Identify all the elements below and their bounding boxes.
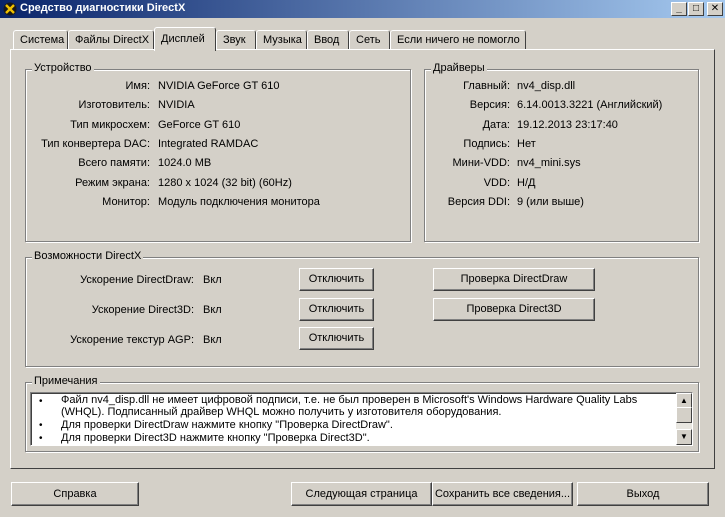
tab-more-help[interactable]: Если ничего не помогло — [390, 30, 526, 49]
save-all-info-button[interactable]: Сохранить все сведения... — [432, 482, 573, 506]
driver-version-value: 6.14.0013.3221 (Английский) — [517, 99, 663, 111]
maximize-button[interactable]: □ — [688, 2, 704, 16]
note-bullet: • — [39, 433, 43, 444]
tab-music[interactable]: Музыка — [256, 30, 307, 49]
driver-signature-value: Нет — [517, 138, 536, 150]
driver-vdd-value: Н/Д — [517, 177, 536, 189]
drivers-group-title: Драйверы — [431, 62, 487, 74]
directdraw-accel-value: Вкл — [203, 274, 222, 286]
device-monitor-value: Модуль подключения монитора — [158, 196, 320, 208]
direct3d-accel-label: Ускорение Direct3D: — [91, 304, 194, 316]
driver-ddi-version-value: 9 (или выше) — [517, 196, 584, 208]
device-name-label: Имя: — [125, 80, 150, 92]
agp-texture-accel-value: Вкл — [203, 334, 222, 346]
tab-display[interactable]: Дисплей — [154, 27, 216, 51]
scroll-down-button[interactable]: ▼ — [676, 429, 692, 445]
directx-features-title: Возможности DirectX — [32, 250, 144, 262]
tab-directx-files[interactable]: Файлы DirectX — [68, 30, 154, 49]
device-chip-type-label: Тип микросхем: — [70, 119, 150, 131]
device-display-mode-value: 1280 x 1024 (32 bit) (60Hz) — [158, 177, 292, 189]
tab-network[interactable]: Сеть — [349, 30, 390, 49]
test-directdraw-button[interactable]: Проверка DirectDraw — [433, 268, 595, 291]
device-name-value: NVIDIA GeForce GT 610 — [158, 80, 280, 92]
next-page-button[interactable]: Следующая страница — [291, 482, 432, 506]
drivers-group — [424, 69, 699, 242]
exit-button[interactable]: Выход — [577, 482, 709, 506]
driver-mini-vdd-value: nv4_mini.sys — [517, 157, 581, 169]
driver-mini-vdd-label: Мини-VDD: — [452, 157, 510, 169]
notes-group-title: Примечания — [32, 375, 100, 387]
disable-agp-button[interactable]: Отключить — [299, 327, 374, 350]
agp-texture-accel-label: Ускорение текстур AGP: — [70, 334, 194, 346]
disable-direct3d-button[interactable]: Отключить — [299, 298, 374, 321]
device-memory-value: 1024.0 MB — [158, 157, 212, 169]
note-directdraw-test: Для проверки DirectDraw нажмите кнопку "… — [61, 419, 393, 431]
driver-main-label: Главный: — [463, 80, 510, 92]
test-direct3d-button[interactable]: Проверка Direct3D — [433, 298, 595, 321]
driver-date-value: 19.12.2013 23:17:40 — [517, 119, 618, 131]
scroll-thumb[interactable] — [676, 407, 692, 423]
close-button[interactable]: ✕ — [707, 2, 723, 16]
note-unsigned-driver: Файл nv4_disp.dll не имеет цифровой подп… — [61, 394, 638, 406]
device-monitor-label: Монитор: — [102, 196, 150, 208]
device-chip-type-value: GeForce GT 610 — [158, 119, 241, 131]
notes-scrollbar[interactable]: ▲ ▼ — [676, 393, 692, 445]
notes-list[interactable]: • Файл nv4_disp.dll не имеет цифровой по… — [30, 392, 693, 446]
device-dac-type-value: Integrated RAMDAC — [158, 138, 259, 150]
driver-vdd-label: VDD: — [483, 177, 510, 189]
note-bullet: • — [39, 396, 43, 407]
device-memory-label: Всего памяти: — [78, 157, 150, 169]
title-bar[interactable]: Средство диагностики DirectX _ □ ✕ — [0, 0, 725, 18]
device-manufacturer-label: Изготовитель: — [78, 99, 151, 111]
help-button[interactable]: Справка — [11, 482, 139, 506]
device-manufacturer-value: NVIDIA — [158, 99, 195, 111]
driver-ddi-version-label: Версия DDI: — [447, 196, 510, 208]
directdraw-accel-label: Ускорение DirectDraw: — [80, 274, 194, 286]
driver-date-label: Дата: — [482, 119, 510, 131]
window-title: Средство диагностики DirectX — [20, 2, 186, 14]
note-unsigned-driver-cont: (WHQL). Подписанный драйвер WHQL можно п… — [61, 406, 502, 418]
tab-input[interactable]: Ввод — [307, 30, 349, 49]
direct3d-accel-value: Вкл — [203, 304, 222, 316]
note-bullet: • — [39, 420, 43, 431]
minimize-button[interactable]: _ — [671, 2, 687, 16]
device-group — [25, 69, 411, 242]
tab-system[interactable]: Система — [13, 30, 68, 49]
driver-main-value: nv4_disp.dll — [517, 80, 576, 92]
device-dac-type-label: Тип конвертера DAC: — [41, 138, 150, 150]
directx-app-icon — [3, 2, 17, 16]
driver-version-label: Версия: — [469, 99, 510, 111]
device-group-title: Устройство — [32, 62, 94, 74]
disable-directdraw-button[interactable]: Отключить — [299, 268, 374, 291]
device-display-mode-label: Режим экрана: — [75, 177, 150, 189]
driver-signature-label: Подпись: — [463, 138, 510, 150]
note-direct3d-test: Для проверки Direct3D нажмите кнопку "Пр… — [61, 432, 370, 444]
tab-sound[interactable]: Звук — [216, 30, 256, 49]
